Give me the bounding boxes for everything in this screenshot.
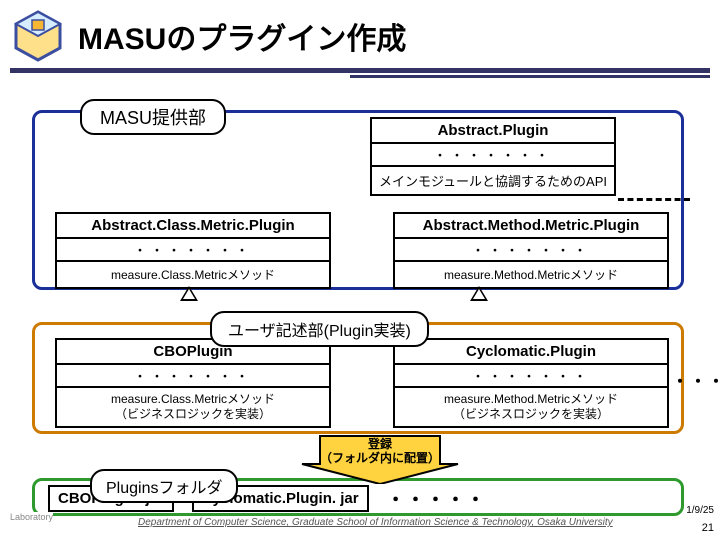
- divider-rule-1: [10, 68, 710, 73]
- class-method: measure.Class.Metricメソッド: [57, 262, 329, 287]
- class-name: Abstract.Method.Metric.Plugin: [395, 214, 667, 239]
- jar-continuation-dots: ・・・・・: [387, 486, 487, 512]
- class-method: measure.Class.Metricメソッド （ビジネスロジックを実装）: [57, 388, 329, 426]
- inheritance-arrow-icon: [180, 286, 198, 301]
- abstract-plugin-box: Abstract.Plugin ・・・・・・・ メインモジュールと協調するための…: [370, 117, 616, 196]
- abstract-plugin-api: メインモジュールと協調するためのAPI: [372, 167, 614, 194]
- row2-continuation-dots: ・・・・・: [672, 368, 720, 392]
- register-label-2: （フォルダ内に配置）: [320, 451, 440, 465]
- plugins-folder-label: Pluginsフォルダ: [90, 469, 238, 503]
- class-name: Abstract.Class.Metric.Plugin: [57, 214, 329, 239]
- page-number: 21: [702, 522, 714, 534]
- dots: ・・・・・・・: [372, 144, 614, 167]
- dots: ・・・・・・・: [395, 239, 667, 262]
- class-name: Cyclomatic.Plugin: [395, 340, 667, 365]
- abstract-method-metric-box: Abstract.Method.Metric.Plugin ・・・・・・・ me…: [393, 212, 669, 289]
- dots: ・・・・・・・: [57, 239, 329, 262]
- masu-logo-icon: [10, 8, 66, 64]
- masu-provider-label: MASU提供部: [80, 99, 226, 135]
- user-impl-label: ユーザ記述部(Plugin実装): [210, 311, 429, 347]
- slide-date: 1/9/25: [686, 505, 714, 516]
- dots: ・・・・・・・: [57, 365, 329, 388]
- lab-logo: Laboratory: [10, 512, 53, 522]
- footer-text: Department of Computer Science, Graduate…: [138, 517, 613, 528]
- inheritance-arrow-icon: [470, 286, 488, 301]
- abstract-plugin-name: Abstract.Plugin: [372, 119, 614, 144]
- register-arrow-text: 登録 （フォルダ内に配置）: [306, 437, 454, 466]
- register-label-1: 登録: [368, 437, 392, 451]
- dots: ・・・・・・・: [395, 365, 667, 388]
- class-method: measure.Method.Metricメソッド （ビジネスロジックを実装）: [395, 388, 667, 426]
- divider-rule-2: [350, 75, 710, 78]
- abstract-class-metric-box: Abstract.Class.Metric.Plugin ・・・・・・・ mea…: [55, 212, 331, 289]
- cbo-plugin-box: CBOPlugin ・・・・・・・ measure.Class.Metricメソ…: [55, 338, 331, 428]
- cyclomatic-plugin-box: Cyclomatic.Plugin ・・・・・・・ measure.Method…: [393, 338, 669, 428]
- class-method: measure.Method.Metricメソッド: [395, 262, 667, 287]
- slide-title: MASUのプラグイン作成: [78, 14, 406, 58]
